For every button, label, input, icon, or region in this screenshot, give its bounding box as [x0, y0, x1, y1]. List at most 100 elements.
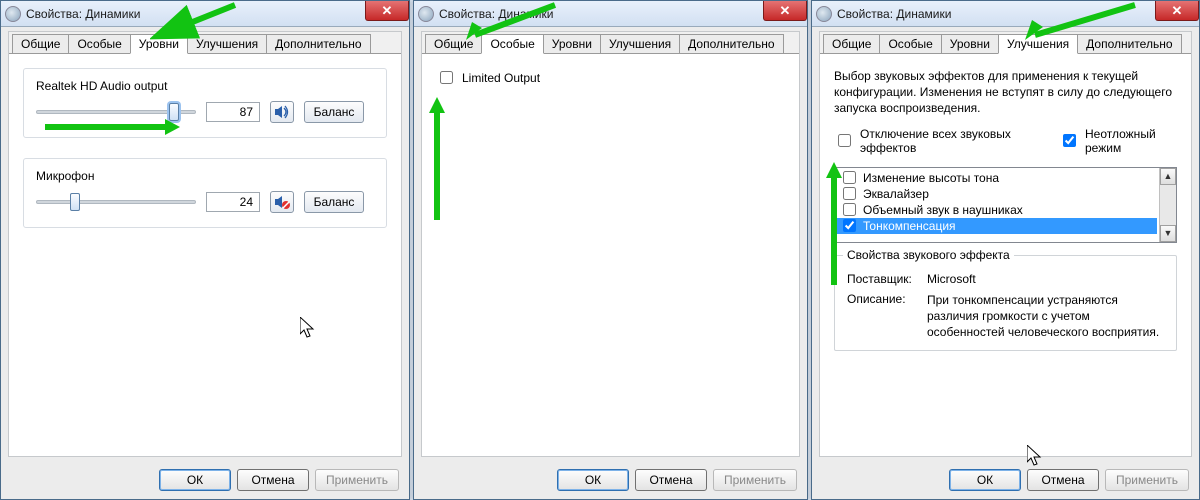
limited-output-label: Limited Output: [462, 71, 540, 85]
effect-label: Изменение высоты тона: [863, 171, 999, 185]
output-value[interactable]: 87: [206, 102, 260, 122]
ok-button[interactable]: ОК: [159, 469, 231, 491]
cancel-button[interactable]: Отмена: [237, 469, 309, 491]
scroll-up-icon[interactable]: ▲: [1160, 168, 1176, 185]
effect-eq-checkbox[interactable]: [843, 187, 856, 200]
output-balance-button[interactable]: Баланс: [304, 101, 364, 123]
dialog-buttons: ОК Отмена Применить: [557, 469, 797, 491]
tab-body-custom: Limited Output: [422, 54, 799, 456]
device-output-label: Realtek HD Audio output: [36, 79, 374, 93]
speaker-icon: [816, 6, 832, 22]
effect-props-group: Свойства звукового эффекта Поставщик: Mi…: [834, 255, 1177, 352]
tab-advanced[interactable]: Дополнительно: [1077, 34, 1181, 53]
tab-custom[interactable]: Особые: [68, 34, 130, 53]
client-area: Общие Особые Уровни Улучшения Дополнител…: [819, 31, 1192, 457]
scroll-down-icon[interactable]: ▼: [1160, 225, 1176, 242]
tab-advanced[interactable]: Дополнительно: [266, 34, 370, 53]
close-button[interactable]: ✕: [763, 1, 807, 21]
speaker-icon: [418, 6, 434, 22]
window-custom: Свойства: Динамики ✕ Общие Особые Уровни…: [413, 0, 808, 500]
device-output-row: 87 Баланс: [36, 101, 374, 123]
tab-general[interactable]: Общие: [823, 34, 880, 53]
device-group-output: Realtek HD Audio output 87 Баланс: [23, 68, 387, 138]
enhance-intro: Выбор звуковых эффектов для применения к…: [834, 68, 1177, 117]
tab-general[interactable]: Общие: [12, 34, 69, 53]
effect-eq[interactable]: Эквалайзер: [837, 186, 1157, 202]
vendor-value: Microsoft: [927, 272, 1164, 286]
tab-levels[interactable]: Уровни: [543, 34, 601, 53]
effect-pitch-checkbox[interactable]: [843, 171, 856, 184]
apply-button: Применить: [1105, 469, 1189, 491]
window-levels: Свойства: Динамики ✕ Общие Особые Уровни…: [0, 0, 410, 500]
cancel-button[interactable]: Отмена: [1027, 469, 1099, 491]
disable-all-row[interactable]: Отключение всех звуковых эффектов: [834, 127, 1039, 155]
tab-strip: Общие Особые Уровни Улучшения Дополнител…: [422, 32, 799, 54]
speaker-icon: [274, 105, 290, 119]
tab-levels[interactable]: Уровни: [941, 34, 999, 53]
disable-all-checkbox[interactable]: [838, 134, 851, 147]
tab-advanced[interactable]: Дополнительно: [679, 34, 783, 53]
effect-label: Объемный звук в наушниках: [863, 203, 1023, 217]
apply-button: Применить: [713, 469, 797, 491]
tab-enhance[interactable]: Улучшения: [600, 34, 680, 53]
limited-output-checkbox[interactable]: [440, 71, 453, 84]
immediate-mode-row[interactable]: Неотложный режим: [1059, 127, 1177, 155]
mic-value[interactable]: 24: [206, 192, 260, 212]
effect-surround[interactable]: Объемный звук в наушниках: [837, 202, 1157, 218]
effect-loudness-checkbox[interactable]: [843, 219, 856, 232]
tab-strip: Общие Особые Уровни Улучшения Дополнител…: [9, 32, 401, 54]
titlebar: Свойства: Динамики ✕: [414, 1, 807, 27]
close-button[interactable]: ✕: [1155, 1, 1199, 21]
client-area: Общие Особые Уровни Улучшения Дополнител…: [8, 31, 402, 457]
window-title: Свойства: Динамики: [837, 7, 951, 21]
effects-list[interactable]: Изменение высоты тона Эквалайзер Объемны…: [834, 167, 1177, 243]
output-mute-button[interactable]: [270, 101, 294, 123]
apply-button: Применить: [315, 469, 399, 491]
mic-slider-thumb[interactable]: [70, 193, 80, 211]
effect-props-title: Свойства звукового эффекта: [843, 248, 1014, 262]
disable-all-label: Отключение всех звуковых эффектов: [860, 127, 1039, 155]
cancel-button[interactable]: Отмена: [635, 469, 707, 491]
device-mic-label: Микрофон: [36, 169, 374, 183]
ok-button[interactable]: ОК: [949, 469, 1021, 491]
dialog-buttons: ОК Отмена Применить: [949, 469, 1189, 491]
close-icon: ✕: [1172, 3, 1183, 19]
tab-body-enhance: Выбор звуковых эффектов для применения к…: [820, 54, 1191, 456]
client-area: Общие Особые Уровни Улучшения Дополнител…: [421, 31, 800, 457]
tab-custom[interactable]: Особые: [879, 34, 941, 53]
dialog-buttons: ОК Отмена Применить: [159, 469, 399, 491]
effect-loudness[interactable]: Тонкомпенсация: [837, 218, 1157, 234]
immediate-mode-label: Неотложный режим: [1085, 127, 1177, 155]
mic-mute-button[interactable]: [270, 191, 294, 213]
close-icon: ✕: [382, 3, 393, 19]
ok-button[interactable]: ОК: [557, 469, 629, 491]
mic-slider[interactable]: [36, 200, 196, 204]
window-title: Свойства: Динамики: [26, 7, 140, 21]
effects-scrollbar[interactable]: ▲ ▼: [1159, 168, 1176, 242]
device-mic-row: 24 Баланс: [36, 191, 374, 213]
close-icon: ✕: [780, 3, 791, 19]
output-slider[interactable]: [36, 110, 196, 114]
titlebar: Свойства: Динамики ✕: [1, 1, 409, 27]
vendor-label: Поставщик:: [847, 272, 927, 286]
immediate-mode-checkbox[interactable]: [1063, 134, 1076, 147]
output-slider-thumb[interactable]: [169, 103, 179, 121]
titlebar: Свойства: Динамики ✕: [812, 1, 1199, 27]
tab-body-levels: Realtek HD Audio output 87 Баланс: [9, 54, 401, 456]
device-group-mic: Микрофон 24 Баланс: [23, 158, 387, 228]
tab-custom[interactable]: Особые: [481, 34, 543, 54]
desc-label: Описание:: [847, 292, 927, 341]
tab-enhance[interactable]: Улучшения: [187, 34, 267, 53]
window-enhance: Свойства: Динамики ✕ Общие Особые Уровни…: [811, 0, 1200, 500]
tab-enhance[interactable]: Улучшения: [998, 34, 1078, 54]
speaker-icon: [5, 6, 21, 22]
effect-pitch[interactable]: Изменение высоты тона: [837, 170, 1157, 186]
tab-general[interactable]: Общие: [425, 34, 482, 53]
tab-strip: Общие Особые Уровни Улучшения Дополнител…: [820, 32, 1191, 54]
desc-value: При тонкомпенсации устраняются различия …: [927, 292, 1164, 341]
effect-surround-checkbox[interactable]: [843, 203, 856, 216]
close-button[interactable]: ✕: [365, 1, 409, 21]
window-title: Свойства: Динамики: [439, 7, 553, 21]
mic-balance-button[interactable]: Баланс: [304, 191, 364, 213]
tab-levels[interactable]: Уровни: [130, 34, 188, 54]
